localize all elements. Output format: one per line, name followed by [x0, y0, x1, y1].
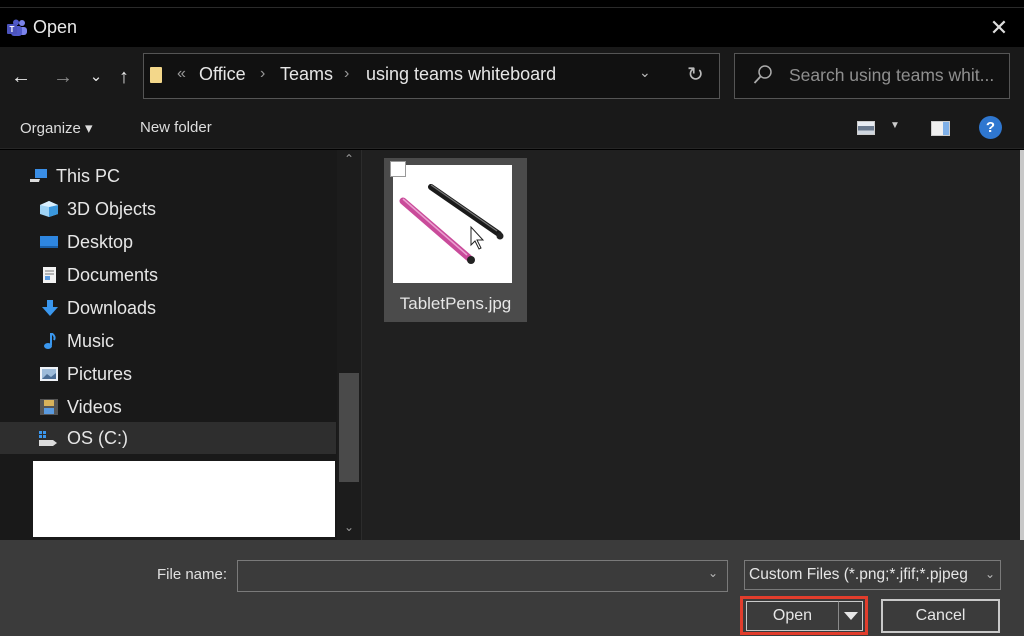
preview-pane-icon[interactable]: [931, 121, 950, 136]
sidebar-item-label: Desktop: [67, 232, 134, 252]
videos-icon: [40, 399, 58, 415]
sidebar-item-label: Music: [67, 331, 115, 351]
file-name: TabletPens.jpg: [399, 294, 512, 313]
sidebar-item-label: Downloads: [67, 298, 157, 318]
breadcrumb-separator[interactable]: ›: [260, 65, 265, 83]
folder-icon: [150, 67, 162, 83]
refresh-icon[interactable]: ↻: [687, 62, 704, 87]
scrollbar-thumb[interactable]: [339, 373, 359, 482]
search-icon: [753, 65, 772, 84]
music-icon: [44, 333, 56, 349]
sidebar-item-downloads[interactable]: Downloads: [0, 292, 336, 324]
address-dropdown-chevron-icon[interactable]: ⌄: [639, 64, 651, 81]
chevron-down-icon: ⌄: [985, 567, 996, 581]
scroll-down-icon[interactable]: ⌄: [337, 520, 361, 534]
breadcrumb-teams[interactable]: Teams: [280, 64, 333, 85]
back-arrow-icon[interactable]: ←: [10, 63, 32, 91]
selection-checkbox[interactable]: [390, 161, 406, 177]
drive-icon: [39, 431, 57, 446]
image-thumbnail: [393, 165, 512, 283]
sidebar-item-music[interactable]: Music: [0, 325, 336, 357]
sidebar-item-this-pc[interactable]: This PC: [0, 160, 336, 192]
breadcrumb-separator[interactable]: ›: [344, 65, 349, 83]
sidebar-item-videos[interactable]: Videos: [0, 391, 336, 423]
navigation-pane: This PC 3D Objects Desktop Documents Dow…: [0, 150, 362, 540]
help-icon[interactable]: ?: [979, 116, 1002, 139]
breadcrumb-current-folder[interactable]: using teams whiteboard: [366, 64, 556, 85]
scroll-up-icon[interactable]: ⌃: [337, 152, 361, 166]
file-type-select[interactable]: Custom Files (*.png;*.jfif;*.pjpeg ⌄: [744, 560, 1001, 590]
tablet-pens-image: [393, 165, 512, 283]
pictures-icon: [40, 367, 58, 381]
navigation-bar: ← → ⌄ ↑ « Office › Teams › using teams w…: [0, 47, 1024, 109]
sidebar-item-label: Pictures: [67, 364, 133, 384]
dialog-footer: File name: ⌄ Custom Files (*.png;*.jfif;…: [0, 540, 1024, 636]
address-bar[interactable]: « Office › Teams › using teams whiteboar…: [143, 53, 720, 99]
forward-arrow-icon[interactable]: →: [52, 63, 74, 91]
documents-icon: [43, 267, 56, 283]
sidebar-item-label: Documents: [67, 265, 159, 285]
breadcrumb-office[interactable]: Office: [199, 64, 246, 85]
file-name-input[interactable]: [237, 560, 728, 592]
sidebar-item-label: Videos: [67, 397, 122, 417]
pc-icon: [30, 169, 47, 182]
recent-locations-chevron-icon[interactable]: ⌄: [87, 63, 105, 91]
organize-menu-button[interactable]: Organize ▾: [20, 119, 93, 137]
title-bar: T Open ✕: [0, 9, 1024, 47]
3d-objects-icon: [40, 201, 58, 217]
file-type-value: Custom Files (*.png;*.jfif;*.pjpeg: [749, 566, 968, 583]
sidebar-item-label: OS (C:): [67, 428, 128, 448]
sidebar-item-documents[interactable]: Documents: [0, 259, 336, 291]
window-right-edge: [1020, 150, 1024, 540]
file-name-dropdown-chevron-icon[interactable]: ⌄: [708, 566, 718, 580]
file-item[interactable]: TabletPens.jpg: [384, 158, 527, 322]
close-icon[interactable]: ✕: [986, 15, 1012, 41]
command-toolbar: Organize ▾ New folder ▼ ?: [0, 109, 1024, 149]
view-options-dropdown-icon[interactable]: ▼: [890, 120, 900, 131]
new-folder-button[interactable]: New folder: [140, 119, 212, 136]
search-box[interactable]: Search using teams whit...: [734, 53, 1010, 99]
sidebar-item-label: 3D Objects: [67, 199, 157, 219]
sidebar-item-label: This PC: [56, 166, 121, 186]
svg-text:T: T: [10, 25, 15, 34]
sidebar-item-desktop[interactable]: Desktop: [0, 226, 336, 258]
cancel-button[interactable]: Cancel: [881, 599, 1000, 633]
open-button-highlight: Open: [740, 596, 868, 635]
file-list: TabletPens.jpg: [362, 150, 1020, 540]
breadcrumb-overflow-icon[interactable]: «: [177, 65, 186, 83]
redacted-region: [33, 461, 335, 537]
teams-icon: T: [7, 19, 27, 36]
sidebar-item-pictures[interactable]: Pictures: [0, 358, 336, 390]
open-options-dropdown-icon[interactable]: [838, 601, 863, 631]
window-top-edge: [0, 0, 1024, 8]
change-view-icon[interactable]: [857, 121, 875, 135]
downloads-icon: [42, 300, 58, 316]
window-title: Open: [33, 17, 78, 37]
navigation-pane-scrollbar[interactable]: ⌃ ⌄: [337, 150, 361, 540]
desktop-icon: [40, 236, 58, 248]
sidebar-item-3d-objects[interactable]: 3D Objects: [0, 193, 336, 225]
search-input[interactable]: Search using teams whit...: [789, 65, 994, 86]
sidebar-item-os-drive[interactable]: OS (C:): [0, 422, 336, 454]
file-name-label: File name:: [157, 566, 228, 583]
open-button[interactable]: Open: [746, 601, 838, 631]
up-arrow-icon[interactable]: ↑: [113, 63, 135, 91]
